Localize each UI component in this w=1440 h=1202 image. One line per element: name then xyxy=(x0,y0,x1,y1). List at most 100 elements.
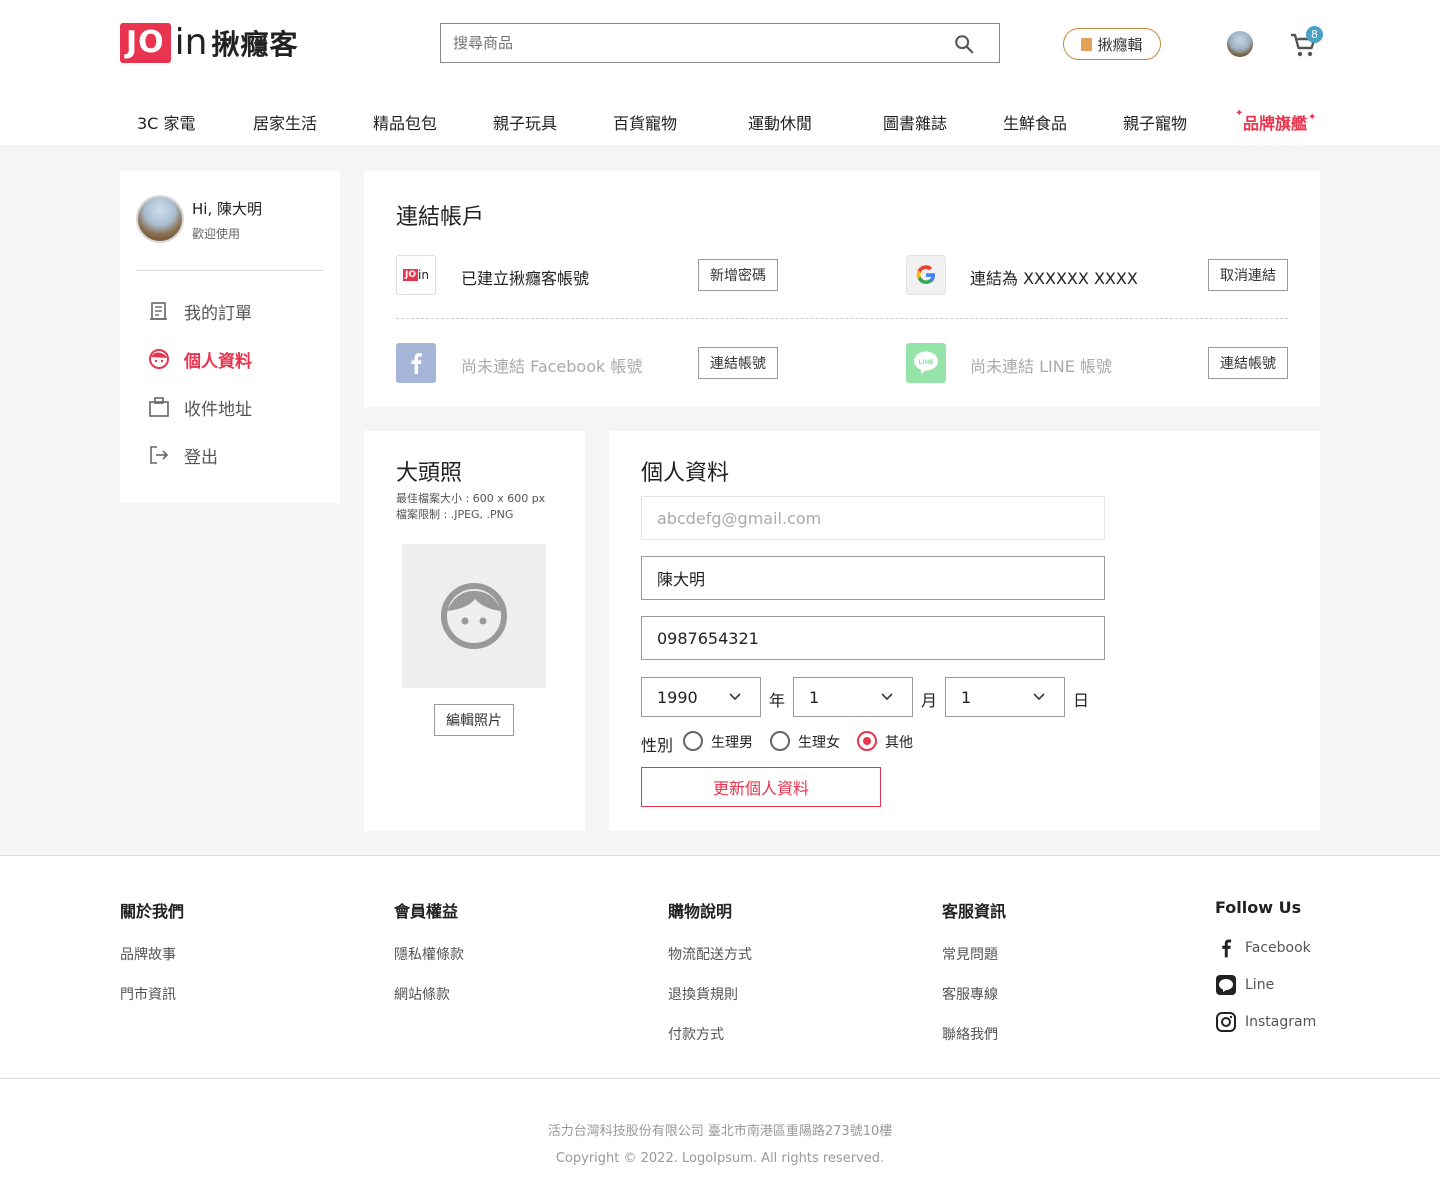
gender-radio-other[interactable] xyxy=(857,731,877,751)
social-label: Facebook xyxy=(1245,939,1311,956)
site-logo[interactable]: JO in 揪癮客 xyxy=(120,22,299,64)
footer-link[interactable]: 品牌故事 xyxy=(120,944,184,984)
month-unit: 月 xyxy=(921,691,938,710)
footer-column-member: 會員權益 隱私權條款 網站條款 xyxy=(394,898,464,1024)
avatar xyxy=(136,195,184,243)
birth-year-select[interactable]: 1990 xyxy=(641,677,761,717)
edit-photo-button[interactable]: 編輯照片 xyxy=(434,704,514,736)
logo-jo: JO xyxy=(120,23,171,63)
social-link-facebook[interactable]: Facebook xyxy=(1215,929,1316,966)
divider xyxy=(0,1078,1440,1079)
link-line-button[interactable]: 連結帳號 xyxy=(1208,347,1288,379)
line-icon xyxy=(1215,974,1237,996)
add-password-button[interactable]: 新增密碼 xyxy=(698,259,778,291)
footer-heading: 關於我們 xyxy=(120,902,185,921)
gender-radio-male[interactable] xyxy=(683,731,703,751)
join-account-status: 已建立揪癮客帳號 xyxy=(461,269,590,288)
nav-item-toys[interactable]: 親子玩具 xyxy=(493,110,557,134)
search-icon[interactable] xyxy=(953,33,975,55)
nav-item-books[interactable]: 圖書雜誌 xyxy=(883,110,947,134)
logo-in: in xyxy=(174,22,208,63)
sidebar-item-logout[interactable]: 登出 xyxy=(148,442,218,468)
search-input[interactable] xyxy=(441,24,921,62)
phone-field[interactable]: 0987654321 xyxy=(641,616,1105,660)
photo-type-note: 檔案限制 : .JPEG, .PNG xyxy=(396,508,514,521)
magazine-label: 揪癮輯 xyxy=(1097,35,1143,54)
nav-item-department-pets[interactable]: 百貨寵物 xyxy=(613,110,677,134)
name-field[interactable]: 陳大明 xyxy=(641,556,1105,600)
update-profile-button[interactable]: 更新個人資料 xyxy=(641,767,881,807)
face-placeholder-icon xyxy=(441,583,507,649)
unlink-google-button[interactable]: 取消連結 xyxy=(1208,259,1288,291)
link-facebook-button[interactable]: 連結帳號 xyxy=(698,347,778,379)
social-link-line[interactable]: Line xyxy=(1215,966,1316,1003)
logout-icon xyxy=(148,444,170,466)
sidebar-item-label: 個人資料 xyxy=(184,351,252,372)
social-link-instagram[interactable]: Instagram xyxy=(1215,1003,1316,1040)
sidebar-item-label: 收件地址 xyxy=(184,399,252,420)
day-unit: 日 xyxy=(1073,691,1090,710)
nav-item-bags[interactable]: 精品包包 xyxy=(373,110,437,134)
line-account-status: 尚未連結 LINE 帳號 xyxy=(970,357,1112,376)
footer-link[interactable]: 退換貨規則 xyxy=(668,984,752,1024)
nav-item-sports[interactable]: 運動休閒 xyxy=(748,110,812,134)
search-bar xyxy=(440,23,1000,63)
divider xyxy=(0,855,1440,856)
photo-title: 大頭照 xyxy=(396,461,463,486)
user-avatar[interactable] xyxy=(1227,31,1253,57)
footer-link[interactable]: 付款方式 xyxy=(668,1024,752,1064)
footer-link[interactable]: 隱私權條款 xyxy=(394,944,464,984)
company-info: 活力台灣科技股份有限公司 臺北市南港區重陽路273號10樓 xyxy=(547,1124,893,1139)
cart-count-badge: 8 xyxy=(1306,26,1323,43)
instagram-icon xyxy=(1215,1011,1237,1033)
footer-column-about: 關於我們 品牌故事 門市資訊 xyxy=(120,898,184,1024)
book-icon xyxy=(1081,37,1093,51)
sidebar-item-label: 我的訂單 xyxy=(184,303,252,324)
footer-link[interactable]: 物流配送方式 xyxy=(668,944,752,984)
profile-photo-placeholder[interactable] xyxy=(402,544,546,688)
facebook-icon xyxy=(396,343,436,383)
nav-item-kids-pets[interactable]: 親子寵物 xyxy=(1123,110,1187,134)
profile-form-card: 個人資料 abcdefg@gmail.com 陳大明 0987654321 19… xyxy=(609,431,1320,831)
footer-heading: 客服資訊 xyxy=(942,902,1007,921)
birth-month-select[interactable]: 1 xyxy=(793,677,913,717)
footer-heading: 購物說明 xyxy=(668,902,733,921)
gender-label: 性別 xyxy=(641,736,674,755)
google-icon xyxy=(906,255,946,295)
divider xyxy=(396,318,1288,319)
footer-column-follow: Follow Us Facebook Line Instagram xyxy=(1215,898,1316,1040)
linked-accounts-title: 連結帳戶 xyxy=(396,205,485,230)
facebook-icon xyxy=(1215,937,1237,959)
gender-radio-female[interactable] xyxy=(770,731,790,751)
copyright: Copyright © 2022. LogoIpsum. All rights … xyxy=(555,1151,885,1166)
footer-link[interactable]: 常見問題 xyxy=(942,944,1006,984)
footer-heading: 會員權益 xyxy=(394,902,459,921)
receipt-icon xyxy=(148,300,170,322)
year-unit: 年 xyxy=(769,691,786,710)
nav-item-home-living[interactable]: 居家生活 xyxy=(253,110,317,134)
facebook-account-status: 尚未連結 Facebook 帳號 xyxy=(461,357,643,376)
social-label: Line xyxy=(1245,976,1275,993)
nav-item-fresh-food[interactable]: 生鮮食品 xyxy=(1003,110,1067,134)
sidebar-item-address[interactable]: 收件地址 xyxy=(148,394,252,420)
birth-day-value: 1 xyxy=(961,687,972,707)
nav-item-3c[interactable]: 3C 家電 xyxy=(137,110,195,134)
greeting: Hi, 陳大明 xyxy=(192,200,262,218)
sidebar-item-profile[interactable]: 個人資料 xyxy=(148,346,252,372)
magazine-button[interactable]: 揪癮輯 xyxy=(1063,28,1161,60)
join-logo-icon: JO in xyxy=(396,255,436,295)
footer-link[interactable]: 網站條款 xyxy=(394,984,464,1024)
google-account-status: 連結為 XXXXXX XXXX xyxy=(970,269,1138,288)
divider xyxy=(136,270,324,271)
line-icon: LINE xyxy=(906,343,946,383)
chevron-down-icon xyxy=(1033,693,1045,701)
footer-link[interactable]: 門市資訊 xyxy=(120,984,184,1024)
sidebar-item-label: 登出 xyxy=(184,447,218,468)
birth-day-select[interactable]: 1 xyxy=(945,677,1065,717)
footer-link[interactable]: 聯絡我們 xyxy=(942,1024,1006,1064)
nav-item-brand-flagship[interactable]: 品牌旗艦 xyxy=(1243,110,1307,134)
profile-photo-card: 大頭照 最佳檔案大小 : 600 x 600 px 檔案限制 : .JPEG, … xyxy=(364,431,585,831)
footer-heading: Follow Us xyxy=(1215,898,1302,917)
footer-link[interactable]: 客服專線 xyxy=(942,984,1006,1024)
sidebar-item-orders[interactable]: 我的訂單 xyxy=(148,298,252,324)
